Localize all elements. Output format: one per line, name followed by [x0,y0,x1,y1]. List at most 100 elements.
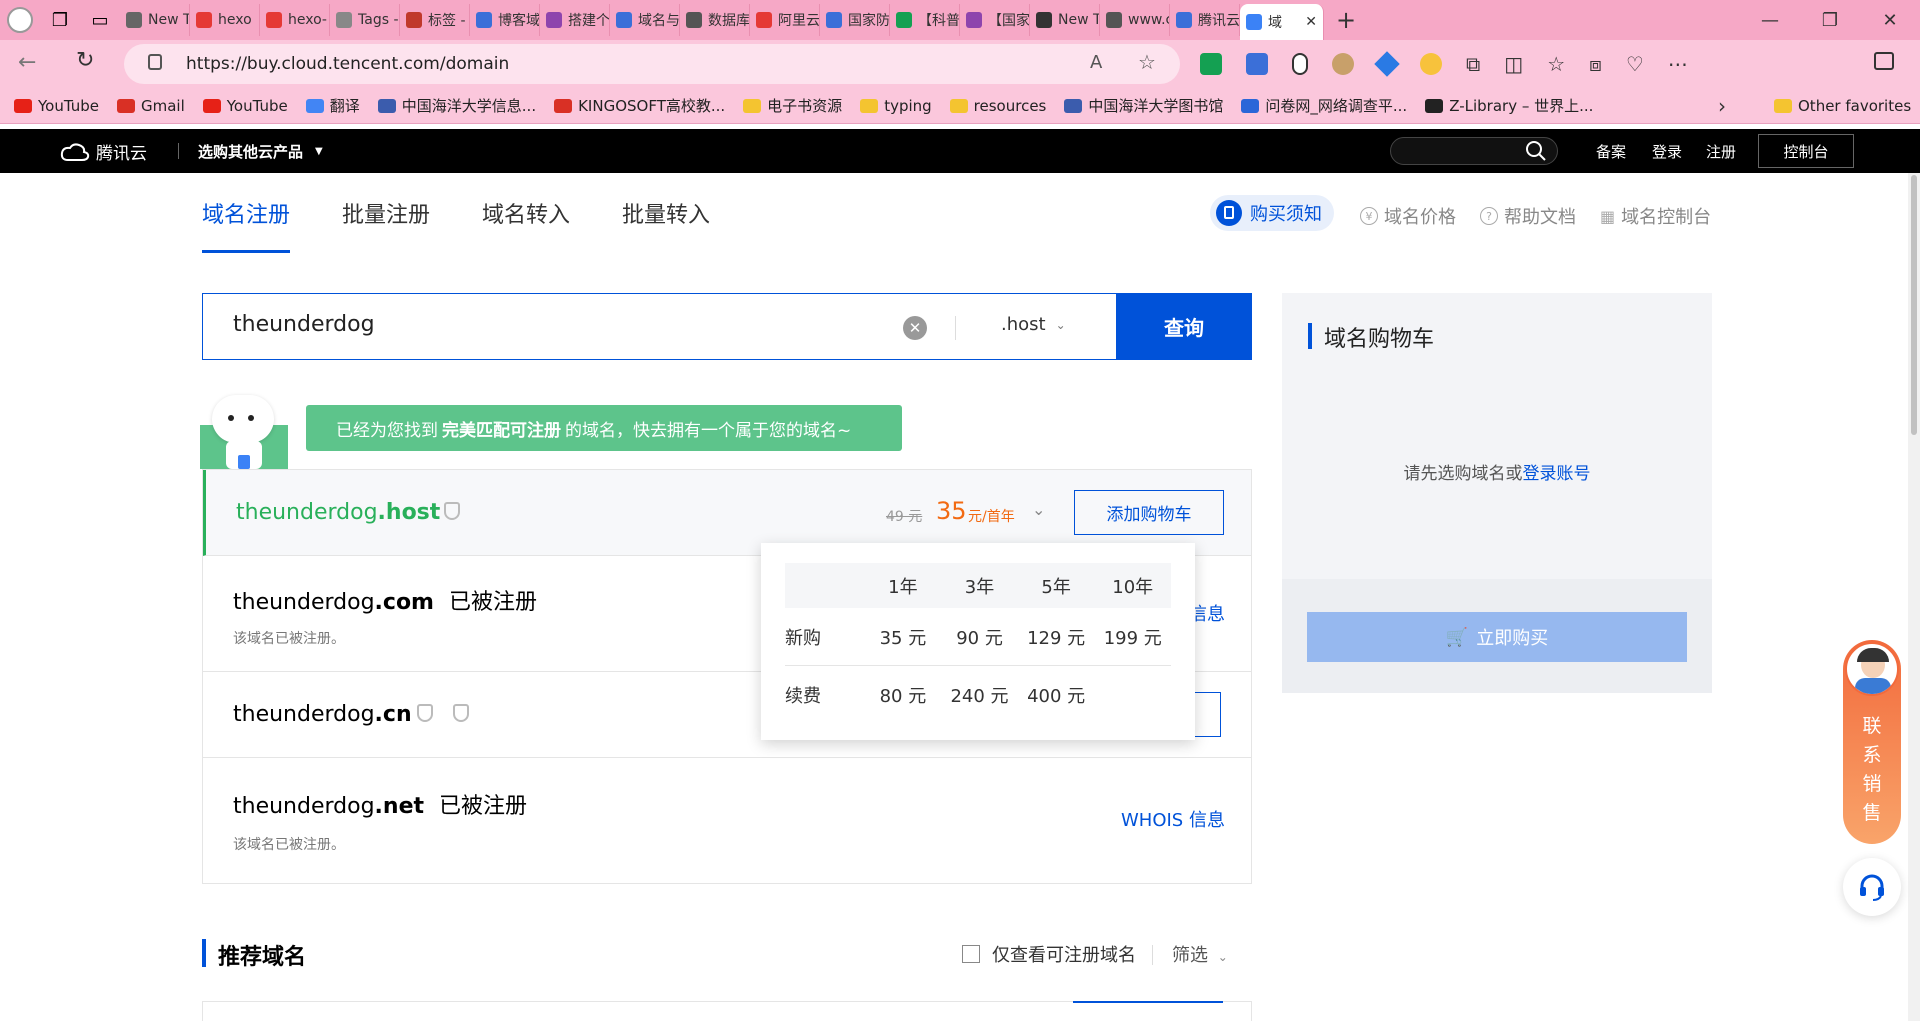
domain-price-link[interactable]: ¥ 域名价格 [1360,203,1456,229]
bookmark-item[interactable]: 中国海洋大学信息... [377,95,536,116]
purchase-notice-button[interactable]: 购买须知 [1210,195,1334,231]
bookmark-item[interactable]: YouTube [202,97,288,115]
header-link-filing[interactable]: 备案 [1596,141,1626,162]
tab-bulk-register[interactable]: 批量注册 [342,197,430,253]
restore-button[interactable]: ❐ [1800,0,1860,40]
sidebar-toggle-icon[interactable] [1874,52,1894,70]
browser-tab[interactable]: 标签 - [400,4,470,36]
close-window-button[interactable]: ✕ [1860,0,1920,40]
browser-tab[interactable]: 域 ✕ [1240,4,1324,40]
search-button[interactable]: 查询 [1116,293,1252,360]
login-account-link[interactable]: 登录账号 [1523,464,1591,484]
domain-price-label: 域名价格 [1384,207,1456,228]
collections-icon[interactable]: ⧈ [1589,52,1602,76]
favorites-icon[interactable]: ☆ [1547,52,1565,76]
extensions-puzzle-icon[interactable]: ⧉ [1466,52,1480,76]
refresh-icon[interactable]: ↻ [76,48,94,73]
domain-console-link[interactable]: ▦ 域名控制台 [1600,203,1711,229]
url-text[interactable]: https://buy.cloud.tencent.com/domain [186,54,509,74]
browser-tab[interactable]: 搭建个 [540,4,610,36]
browser-tab[interactable]: New T [1030,4,1100,36]
bookmarks-overflow-chevron-icon[interactable]: › [1718,94,1726,118]
console-button[interactable]: 控制台 [1758,134,1854,168]
bookmark-item[interactable]: 问卷网_网络调查平... [1241,95,1407,116]
bookmark-item[interactable]: Z-Library – 世界上... [1425,95,1593,116]
domain-search-input[interactable]: theunderdog [233,312,375,337]
bookmark-item[interactable]: YouTube [14,97,99,115]
browser-tab[interactable]: 数据库 [680,4,750,36]
scrollbar-thumb[interactable] [1911,175,1917,435]
favorite-star-icon[interactable]: ☆ [1138,50,1156,74]
tab-label: 数据库 [708,13,750,29]
suffix-select[interactable]: .host ⌄ [1001,314,1066,335]
address-bar[interactable]: https://buy.cloud.tencent.com/domain A ☆ [124,44,1180,84]
other-products-label: 选购其他云产品 [198,143,304,161]
bookmark-item[interactable]: 电子书资源 [743,95,842,116]
browser-tab[interactable]: www.c [1100,4,1170,36]
page-scrollbar[interactable] [1908,173,1920,1021]
lock-icon[interactable] [148,54,162,70]
bookmark-item[interactable]: KINGOSOFT高校教... [554,95,725,116]
tab-favicon-icon [1036,12,1052,28]
registrable-only-checkbox[interactable] [962,945,980,963]
clear-search-icon[interactable]: ✕ [903,316,927,340]
extension-diamond-icon[interactable] [1374,51,1400,77]
bookmark-item[interactable]: 翻译 [305,95,360,116]
other-favorites-folder[interactable]: Other favorites [1774,97,1911,115]
extension-owl-icon[interactable] [1332,53,1354,75]
header-search-input[interactable] [1390,137,1558,165]
buy-now-button[interactable]: 🛒 立即购买 [1307,612,1687,662]
add-to-cart-button[interactable]: 添加购物车 [1074,490,1224,535]
tab-bulk-transfer[interactable]: 批量转入 [622,197,710,253]
bookmark-item[interactable]: 中国海洋大学图书馆 [1064,95,1223,116]
browser-tab[interactable]: hexo [190,4,260,36]
domain-subnav: 域名注册 批量注册 域名转入 批量转入 购买须知 ¥ 域名价格 ? 帮助文档 ▦… [0,173,1908,253]
workspaces-icon[interactable]: ❐ [40,10,80,31]
performance-icon[interactable]: ♡ [1626,52,1644,76]
filter-dropdown[interactable]: 筛选 ⌄ [1172,941,1228,967]
browser-tab[interactable]: New T [120,4,190,36]
registrable-only-label[interactable]: 仅查看可注册域名 [992,941,1136,967]
whois-link-net[interactable]: WHOIS 信息 [1121,806,1225,832]
close-tab-icon[interactable]: ✕ [1305,14,1317,30]
browser-tab[interactable]: hexo- [260,4,330,36]
tab-domain-transfer[interactable]: 域名转入 [482,197,570,253]
help-docs-link[interactable]: ? 帮助文档 [1480,203,1576,229]
tab-domain-register[interactable]: 域名注册 [202,197,291,253]
header-link-register[interactable]: 注册 [1706,141,1736,162]
other-products-menu[interactable]: 选购其他云产品 ▼ [198,141,323,162]
tab-actions-icon[interactable]: ▭ [80,10,120,31]
extension-ne-icon[interactable] [1246,53,1268,75]
new-tab-button[interactable]: + [1324,6,1368,34]
browser-tab[interactable]: 腾讯云 [1170,4,1240,36]
search-icon[interactable] [1525,140,1547,162]
browser-tab[interactable]: 【科普 [890,4,960,36]
minimize-button[interactable]: — [1740,0,1800,40]
profile-avatar-icon[interactable] [0,0,40,40]
split-screen-icon[interactable]: ◫ [1504,52,1523,76]
browser-tab[interactable]: 【国家 [960,4,1030,36]
suffix-selected-value: .host [1001,314,1046,335]
price-expand-chevron-icon[interactable]: ⌄ [1032,500,1045,519]
back-icon[interactable]: ← [18,50,36,75]
extension-mouse-icon[interactable] [1292,53,1308,75]
chevron-down-icon: ⌄ [1055,317,1066,332]
yen-icon: ¥ [1360,207,1378,225]
read-aloud-icon[interactable]: A [1090,52,1102,73]
more-menu-icon[interactable]: ⋯ [1668,52,1688,76]
browser-tab[interactable]: 国家防 [820,4,890,36]
extension-palette-icon[interactable] [1420,53,1442,75]
bookmark-item[interactable]: resources [949,97,1046,115]
bookmark-label: 问卷网_网络调查平... [1265,97,1408,115]
extension-green-icon[interactable] [1200,53,1222,75]
header-link-login[interactable]: 登录 [1652,141,1682,162]
browser-tab[interactable]: 阿里云 [750,4,820,36]
tencent-cloud-logo[interactable]: 腾讯云 [60,139,147,164]
bookmark-item[interactable]: Gmail [117,97,185,115]
browser-tab[interactable]: 域名与 [610,4,680,36]
browser-tab[interactable]: Tags - [330,4,400,36]
customer-support-button[interactable] [1843,858,1901,916]
contact-sales-widget[interactable]: 联系销售 [1843,640,1901,844]
bookmark-item[interactable]: typing [860,97,932,115]
browser-tab[interactable]: 博客域 [470,4,540,36]
